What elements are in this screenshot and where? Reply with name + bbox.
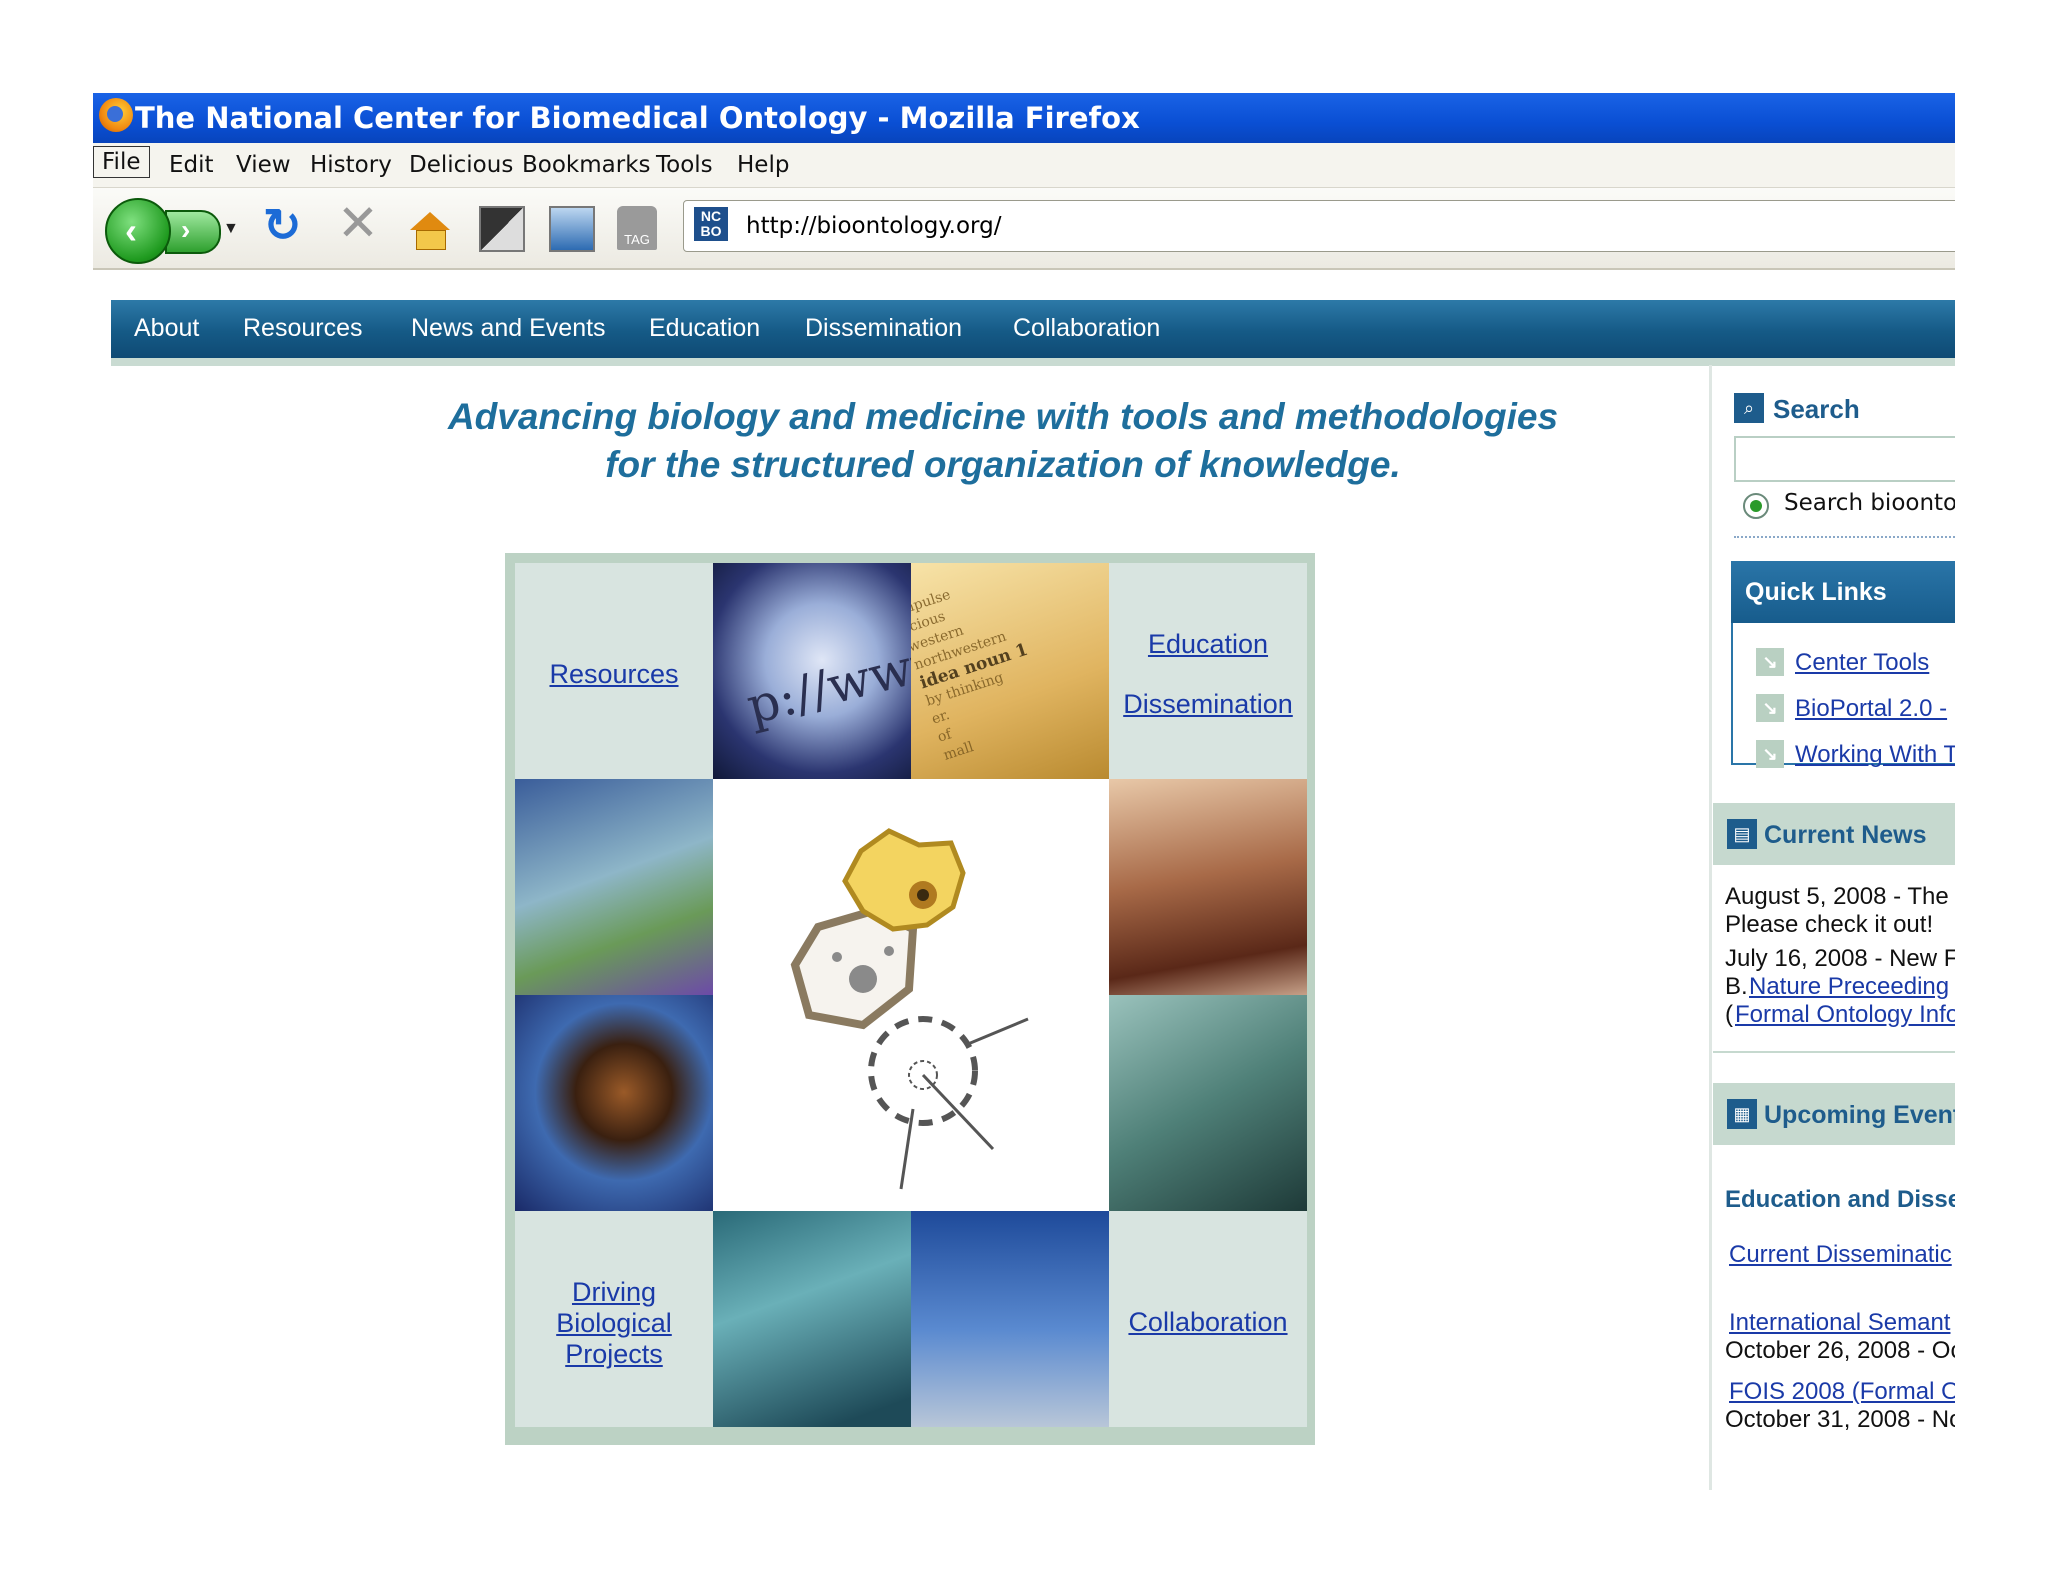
arrow-icon: ↘ xyxy=(1756,740,1784,768)
menu-view[interactable]: View xyxy=(236,152,291,178)
dissemination-link[interactable]: Dissemination xyxy=(1109,689,1307,720)
upcoming-events-title: Upcoming Events xyxy=(1764,1101,1955,1129)
search-radio-label: Search bioonto xyxy=(1784,490,1955,516)
quick-link-working-with[interactable]: Working With T xyxy=(1795,741,1955,769)
software-screen-photo xyxy=(515,779,713,995)
event-3-date: October 31, 2008 - No xyxy=(1725,1406,1955,1433)
nav-news-and-events[interactable]: News and Events xyxy=(411,314,606,343)
nav-underline xyxy=(111,358,1955,366)
menu-file[interactable]: File xyxy=(93,146,150,178)
page-icon[interactable] xyxy=(549,206,595,252)
news-nature-preceedings-link[interactable]: Nature Preceeding xyxy=(1749,973,1949,1001)
arrow-icon: ↘ xyxy=(1756,648,1784,676)
event-2-date: October 26, 2008 - Oc xyxy=(1725,1337,1955,1364)
search-input[interactable] xyxy=(1734,436,1955,482)
navigation-toolbar: › ‹ ▼ ↻ ✕ TAG NC BO http://bioontology.o… xyxy=(93,188,1955,270)
delicious-tag-icon[interactable]: TAG xyxy=(617,206,657,250)
back-icon: ‹ xyxy=(125,210,137,251)
nav-collaboration[interactable]: Collaboration xyxy=(1013,314,1160,343)
molecule-photo xyxy=(713,1211,911,1427)
browser-window: The National Center for Biomedical Ontol… xyxy=(93,93,1955,1490)
handshake-photo xyxy=(911,1211,1109,1427)
collaboration-link[interactable]: Collaboration xyxy=(1109,1307,1307,1338)
collaboration-cell: Collaboration xyxy=(1109,1211,1307,1427)
search-radio[interactable] xyxy=(1743,493,1769,519)
news-item-2-line-1: July 16, 2008 - New F xyxy=(1725,945,1955,972)
site-tagline: Advancing biology and medicine with tool… xyxy=(223,393,1783,489)
window-title: The National Center for Biomedical Ontol… xyxy=(135,101,1140,135)
sidebar-divider xyxy=(1709,365,1712,1490)
nav-about[interactable]: About xyxy=(134,314,199,343)
back-button[interactable]: ‹ xyxy=(105,198,171,264)
reload-icon[interactable]: ↻ xyxy=(263,198,311,251)
resources-link[interactable]: Resources xyxy=(515,659,713,690)
search-title: Search xyxy=(1773,394,1860,424)
event-current-dissemination-link[interactable]: Current Disseminatic xyxy=(1729,1241,1952,1269)
www-photo: p://www xyxy=(713,563,911,779)
site-favicon-icon: NC BO xyxy=(694,207,728,241)
menu-bar: File Edit View History Delicious Bookmar… xyxy=(93,143,1955,188)
resources-cell: Resources xyxy=(515,563,713,779)
menu-help[interactable]: Help xyxy=(737,152,789,178)
feature-grid: Resources p://www id impulse scious west… xyxy=(505,553,1315,1445)
radio-dot xyxy=(1750,500,1762,512)
nav-education[interactable]: Education xyxy=(649,314,760,343)
www-photo-text: p://www xyxy=(741,628,911,736)
menu-history[interactable]: History xyxy=(310,152,392,178)
news-item-2-paren: ( xyxy=(1725,1001,1733,1028)
site-nav: About Resources News and Events Educatio… xyxy=(111,300,1955,358)
firefox-icon xyxy=(99,98,133,132)
bookmarks-sidebar-icon[interactable] xyxy=(479,206,525,252)
url-text: http://bioontology.org/ xyxy=(746,213,1002,239)
driving-projects-cell: Driving Biological Projects xyxy=(515,1211,713,1427)
news-formal-ontology-link[interactable]: Formal Ontology Info xyxy=(1735,1001,1955,1029)
driving-projects-link[interactable]: Driving Biological Projects xyxy=(515,1277,713,1370)
event-fois-2008-link[interactable]: FOIS 2008 (Formal O xyxy=(1729,1378,1955,1406)
news-item-1-line-2: Please check it out! xyxy=(1725,911,1934,938)
history-dropdown-icon[interactable]: ▼ xyxy=(223,220,239,238)
quick-link-bioportal[interactable]: BioPortal 2.0 - xyxy=(1795,695,1947,723)
home-icon[interactable] xyxy=(408,206,456,254)
books-photo xyxy=(1109,779,1307,995)
quick-link-center-tools[interactable]: Center Tools xyxy=(1795,649,1929,677)
events-subtitle: Education and Disser xyxy=(1725,1186,1955,1213)
keyboard-photo xyxy=(1109,995,1307,1211)
education-link[interactable]: Education xyxy=(1109,629,1307,660)
forward-icon: › xyxy=(181,214,191,245)
menu-edit[interactable]: Edit xyxy=(169,152,214,178)
education-dissemination-cell: Education Dissemination xyxy=(1109,563,1307,779)
event-international-semantic-link[interactable]: International Semant xyxy=(1729,1309,1950,1337)
dictionary-photo: id impulse scious western northwestern i… xyxy=(911,563,1109,779)
forward-button[interactable]: › xyxy=(165,210,221,254)
center-logo xyxy=(713,779,1109,1211)
tagline-line-1: Advancing biology and medicine with tool… xyxy=(447,396,1559,437)
menu-delicious[interactable]: Delicious xyxy=(409,152,513,178)
tagline-line-2: for the structured organization of knowl… xyxy=(605,444,1401,485)
search-separator xyxy=(1734,536,1955,538)
search-icon: ⌕ xyxy=(1734,393,1764,423)
news-separator xyxy=(1713,1051,1955,1053)
nav-resources[interactable]: Resources xyxy=(243,314,363,343)
document-icon: ▤ xyxy=(1727,819,1757,849)
current-news-title: Current News xyxy=(1764,821,1927,849)
stop-icon[interactable]: ✕ xyxy=(337,194,385,251)
cell-graphic-icon xyxy=(790,828,1029,1190)
dictionary-photo-text: id impulse scious western northwestern i… xyxy=(911,586,1031,764)
nav-dissemination[interactable]: Dissemination xyxy=(805,314,962,343)
arrow-icon: ↘ xyxy=(1756,694,1784,722)
menu-tools[interactable]: Tools xyxy=(656,152,713,178)
calendar-icon: ▦ xyxy=(1727,1099,1757,1129)
microscope-photo xyxy=(515,995,713,1211)
news-item-2-prefix: B. xyxy=(1725,973,1748,1000)
quick-links-title: Quick Links xyxy=(1745,578,1887,606)
menu-bookmarks[interactable]: Bookmarks xyxy=(522,152,651,178)
news-item-1-line-1: August 5, 2008 - The xyxy=(1725,883,1949,910)
title-bar: The National Center for Biomedical Ontol… xyxy=(93,93,1955,143)
url-bar[interactable]: NC BO http://bioontology.org/ xyxy=(683,200,1955,252)
